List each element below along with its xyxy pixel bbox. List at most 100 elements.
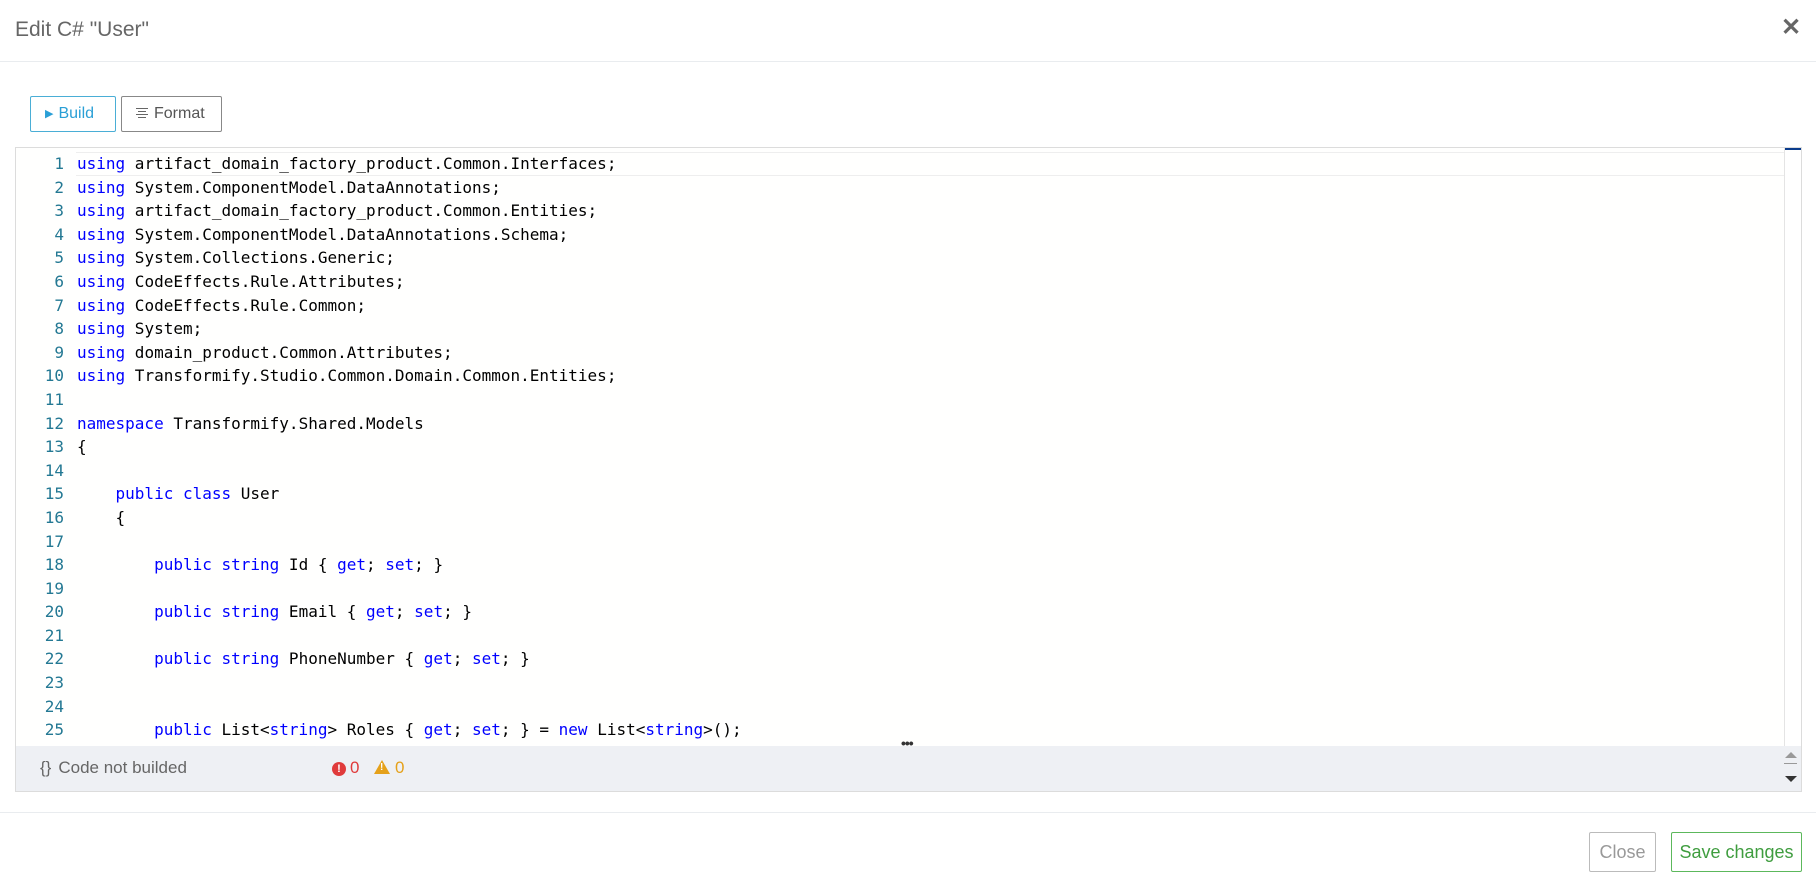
line-number: 4 xyxy=(54,224,64,244)
code-area[interactable]: 1 using artifact_domain_factory_product.C… xyxy=(16,148,1785,747)
keyword-token: public xyxy=(154,602,212,622)
code-text: using domain_product.Common.Attributes; xyxy=(77,341,453,365)
code-line[interactable]: 1 using artifact_domain_factory_product.C… xyxy=(16,152,1785,176)
line-number: 18 xyxy=(44,555,64,575)
code-line[interactable]: 15 public class User xyxy=(16,482,1785,506)
code-token: ; xyxy=(452,649,472,669)
code-line[interactable]: 5 using System.Collections.Generic; xyxy=(16,246,1785,270)
code-line[interactable]: 9 using domain_product.Common.Attributes; xyxy=(16,341,1785,365)
code-line[interactable]: 24 xyxy=(16,695,1785,719)
code-line[interactable]: 3 using artifact_domain_factory_product.C… xyxy=(16,199,1785,223)
code-line[interactable]: 21 xyxy=(16,624,1785,648)
code-token: ; } = xyxy=(500,720,559,740)
code-text: using System; xyxy=(77,317,202,341)
keyword-token: get xyxy=(423,720,453,740)
keyword-token: set xyxy=(414,602,444,622)
format-button[interactable]: Format xyxy=(121,96,222,132)
keyword-token: using xyxy=(77,224,126,244)
close-button[interactable]: Close xyxy=(1589,832,1656,872)
keyword-token: using xyxy=(77,366,126,386)
code-token: { xyxy=(77,437,87,457)
warning-count[interactable]: ! 0 xyxy=(374,758,404,778)
keyword-token: string xyxy=(221,649,280,669)
code-line[interactable]: 8 using System; xyxy=(16,317,1785,341)
code-token: System; xyxy=(125,319,203,339)
keyword-token: string xyxy=(221,602,280,622)
code-line[interactable]: 22 public string PhoneNumber { get; set;… xyxy=(16,647,1785,671)
code-token: { xyxy=(115,507,126,527)
code-token: ; xyxy=(366,555,386,575)
code-line[interactable]: 10 using Transformify.Studio.Common.Domai… xyxy=(16,364,1785,388)
warning-count-value: 0 xyxy=(395,758,405,777)
keyword-token: using xyxy=(77,319,126,339)
code-text: public class User xyxy=(77,482,280,506)
line-number: 5 xyxy=(54,248,64,268)
code-token: System.ComponentModel.DataAnnotations.Sc… xyxy=(125,224,569,244)
scroll-up-arrow-icon[interactable] xyxy=(1785,752,1797,758)
code-line[interactable]: 17 xyxy=(16,530,1785,554)
line-number: 19 xyxy=(44,578,64,598)
line-number: 11 xyxy=(44,389,64,409)
code-editor[interactable]: 1 using artifact_domain_factory_product.C… xyxy=(15,147,1802,748)
line-number: 9 xyxy=(54,342,64,362)
build-button-label: Build xyxy=(58,105,95,122)
code-token: ; xyxy=(394,602,415,622)
code-line[interactable]: 14 xyxy=(16,459,1785,483)
build-status-text: Code not builded xyxy=(58,758,187,777)
status-scroll-arrows[interactable] xyxy=(1783,750,1797,788)
scroll-down-arrow-icon[interactable] xyxy=(1785,776,1797,782)
close-icon[interactable]: ✕ xyxy=(1776,13,1806,43)
save-changes-button[interactable]: Save changes xyxy=(1671,832,1802,872)
code-lines: 1 using artifact_domain_factory_product.C… xyxy=(16,152,1785,742)
code-line[interactable]: 12 namespace Transformify.Shared.Models xyxy=(16,412,1785,436)
code-line[interactable]: 20 public string Email { get; set; } xyxy=(16,600,1785,624)
code-line[interactable]: 7 using CodeEffects.Rule.Common; xyxy=(16,294,1785,318)
line-number: 17 xyxy=(44,531,64,551)
vertical-scrollbar[interactable] xyxy=(1784,148,1801,747)
code-token: List< xyxy=(211,720,270,740)
code-token: ; } xyxy=(500,649,530,669)
code-line[interactable]: 2 using System.ComponentModel.DataAnnotat… xyxy=(16,176,1785,200)
code-line[interactable]: 19 xyxy=(16,577,1785,601)
code-line[interactable]: 23 xyxy=(16,671,1785,695)
code-line[interactable]: 11 xyxy=(16,388,1785,412)
code-line[interactable]: 18 public string Id { get; set; } xyxy=(16,553,1785,577)
error-count[interactable]: ! 0 xyxy=(332,758,359,778)
line-number: 7 xyxy=(54,295,64,315)
editor-status-bar: {} Code not builded ! 0 ! 0 xyxy=(15,746,1802,792)
keyword-token: string xyxy=(221,555,280,575)
line-number: 15 xyxy=(44,484,64,504)
play-icon: ▶ xyxy=(45,108,54,120)
code-token: ; } xyxy=(443,602,472,622)
keyword-token: using xyxy=(77,271,126,291)
code-text: { xyxy=(77,435,87,459)
code-text: using System.Collections.Generic; xyxy=(77,246,395,270)
code-line[interactable]: 6 using CodeEffects.Rule.Attributes; xyxy=(16,270,1785,294)
code-token: artifact_domain_factory_product.Common.E… xyxy=(125,201,598,221)
code-token: ; xyxy=(452,720,472,740)
code-line[interactable]: 4 using System.ComponentModel.DataAnnotat… xyxy=(16,223,1785,247)
line-number: 13 xyxy=(44,437,64,457)
code-line[interactable]: 13 { xyxy=(16,435,1785,459)
line-number: 14 xyxy=(44,460,64,480)
line-number: 6 xyxy=(54,271,64,291)
code-line[interactable]: 16 { xyxy=(16,506,1785,530)
keyword-token: using xyxy=(77,248,126,268)
build-button[interactable]: ▶ Build xyxy=(30,96,116,132)
keyword-token: public xyxy=(154,649,212,669)
error-count-value: 0 xyxy=(350,758,360,777)
line-number: 3 xyxy=(54,201,64,221)
line-number: 8 xyxy=(54,319,64,339)
line-number: 12 xyxy=(44,413,64,433)
keyword-token: string xyxy=(269,720,328,740)
align-center-icon xyxy=(136,108,148,119)
code-text: using artifact_domain_factory_product.Co… xyxy=(77,199,597,223)
keyword-token: get xyxy=(366,602,395,622)
code-token: CodeEffects.Rule.Attributes; xyxy=(125,271,405,291)
